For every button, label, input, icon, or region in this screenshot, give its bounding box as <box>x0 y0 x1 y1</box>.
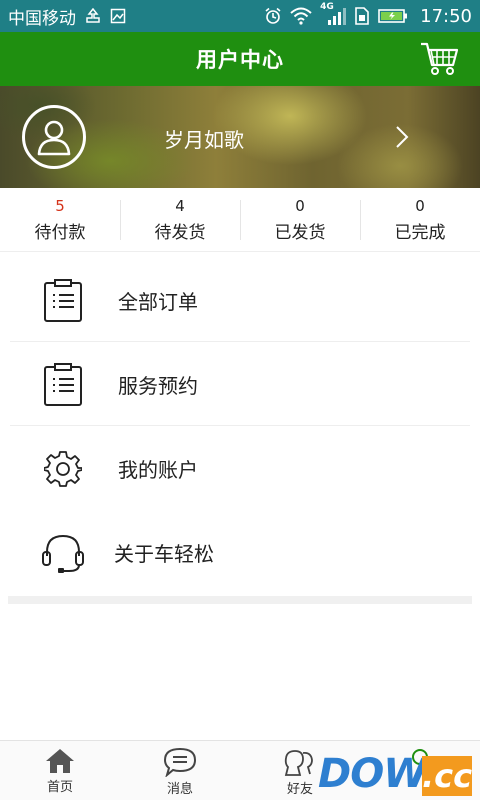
menu-label: 关于车轻松 <box>114 541 214 566</box>
stat-shipped[interactable]: 0 已发货 <box>240 188 360 251</box>
menu-label: 我的账户 <box>118 457 198 482</box>
avatar[interactable] <box>22 105 86 169</box>
image-icon <box>110 8 126 24</box>
watermark-logo: DOWN .cc <box>318 750 478 798</box>
message-icon <box>163 747 197 777</box>
page-title: 用户中心 <box>196 48 284 72</box>
menu-label: 全部订单 <box>118 289 198 314</box>
stat-pending-payment[interactable]: 5 待付款 <box>0 188 120 251</box>
menu-label: 服务预约 <box>118 373 198 398</box>
menu-list: 全部订单 服务预约 我的账户 关于车轻松 <box>0 258 480 594</box>
wifi-icon <box>290 7 312 25</box>
headset-icon <box>40 530 86 576</box>
stat-label: 已发货 <box>274 222 326 243</box>
order-status-bar: 5 待付款 4 待发货 0 已发货 0 已完成 <box>0 188 480 252</box>
menu-item-about[interactable]: 关于车轻松 <box>0 510 480 594</box>
nav-label: 消息 <box>166 782 193 797</box>
stat-count: 4 <box>175 196 185 215</box>
watermark-suffix: .cc <box>422 756 473 796</box>
chevron-right-icon[interactable] <box>394 124 410 150</box>
title-bar: 用户中心 <box>0 32 480 86</box>
stat-label: 已完成 <box>394 222 446 243</box>
network-type: 4G <box>320 2 334 12</box>
cart-button[interactable] <box>420 41 460 77</box>
stat-count: 0 <box>295 196 305 215</box>
nav-label: 好友 <box>286 782 313 797</box>
sim-icon <box>354 7 370 25</box>
stat-label: 待发货 <box>154 222 206 243</box>
clock: 17:50 <box>420 5 472 27</box>
nav-label: 首页 <box>46 780 73 795</box>
menu-item-service-booking[interactable]: 服务预约 <box>0 342 480 426</box>
stat-count: 5 <box>55 196 65 215</box>
usb-icon <box>84 8 102 24</box>
stat-label: 待付款 <box>34 222 86 243</box>
profile-banner[interactable]: 岁月如歌 <box>0 86 480 188</box>
home-icon <box>46 749 74 773</box>
menu-item-all-orders[interactable]: 全部订单 <box>0 258 480 342</box>
clipboard-list-icon <box>40 278 86 324</box>
alarm-icon <box>264 7 282 25</box>
stat-completed[interactable]: 0 已完成 <box>360 188 480 251</box>
nav-home[interactable]: 首页 <box>0 741 120 800</box>
clipboard-list-icon <box>40 362 86 408</box>
stat-pending-shipment[interactable]: 4 待发货 <box>120 188 240 251</box>
cart-icon <box>421 42 459 75</box>
signal-icon: 4G <box>320 2 347 26</box>
nav-messages[interactable]: 消息 <box>120 741 240 800</box>
menu-item-my-account[interactable]: 我的账户 <box>0 426 480 510</box>
friends-icon <box>284 750 313 776</box>
stat-count: 0 <box>415 196 425 215</box>
user-icon <box>37 120 71 156</box>
carrier-name: 中国移动 <box>8 8 76 29</box>
status-bar: 中国移动 4G 17:50 <box>0 0 480 32</box>
section-divider <box>8 596 472 604</box>
battery-icon <box>378 8 408 24</box>
username: 岁月如歌 <box>164 128 244 152</box>
gear-icon <box>40 446 86 492</box>
